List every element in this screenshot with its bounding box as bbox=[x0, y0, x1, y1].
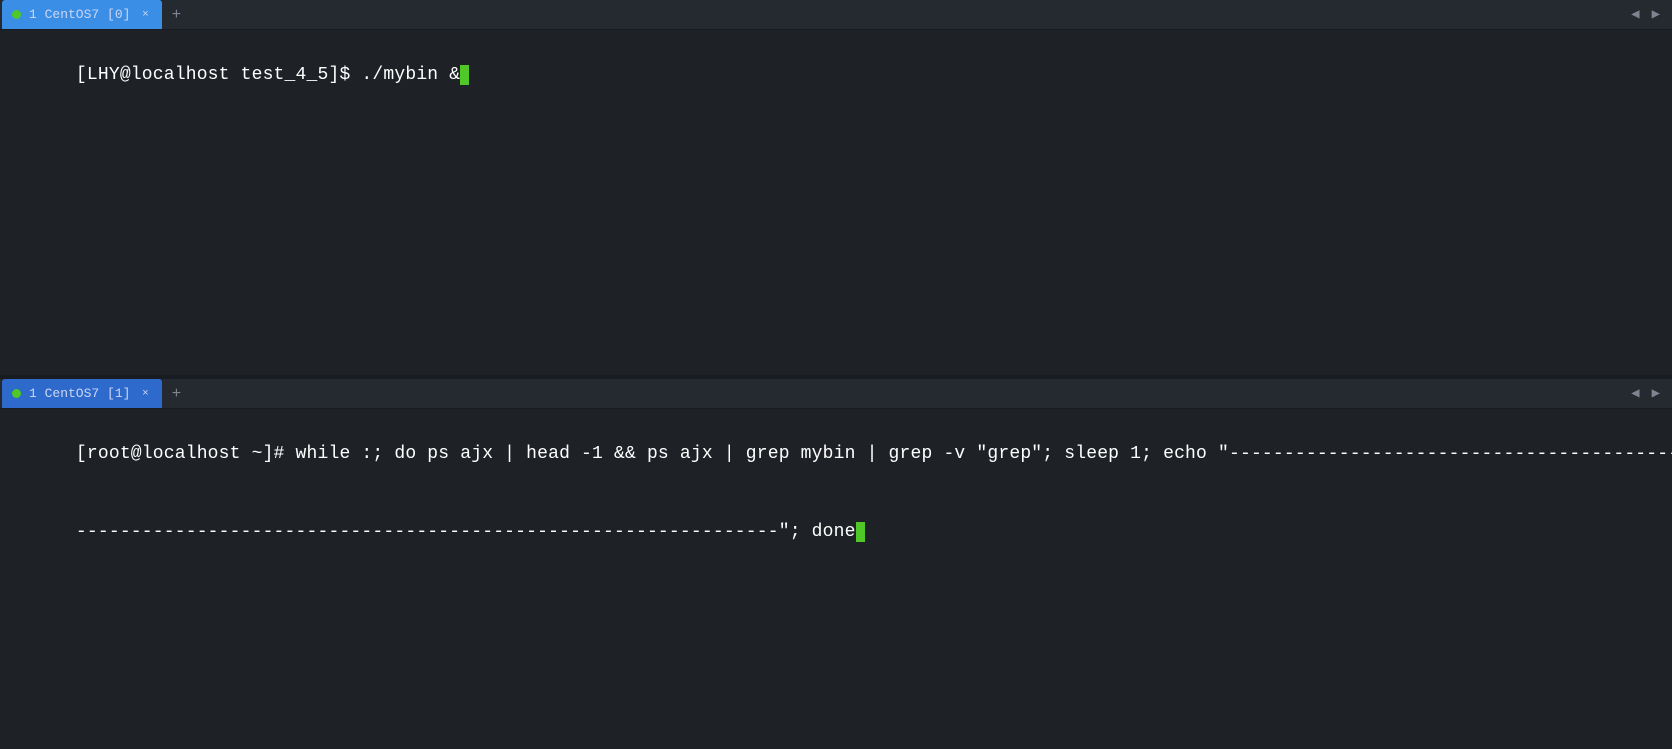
top-terminal[interactable]: [LHY@localhost test_4_5]$ ./mybin & bbox=[0, 30, 1672, 375]
bottom-tab-dot bbox=[12, 389, 21, 398]
bottom-tab-bar-right: ◀ ▶ bbox=[1627, 383, 1670, 404]
bottom-terminal[interactable]: [root@localhost ~]# while :; do ps ajx |… bbox=[0, 409, 1672, 749]
top-tab-label: 1 CentOS7 [0] bbox=[29, 7, 130, 22]
top-cursor bbox=[460, 65, 469, 85]
top-pane: 1 CentOS7 [0] × + ◀ ▶ [LHY@localhost tes… bbox=[0, 0, 1672, 375]
top-nav-right[interactable]: ▶ bbox=[1648, 4, 1664, 25]
top-tab-close[interactable]: × bbox=[138, 8, 152, 22]
top-tab-bar-right: ◀ ▶ bbox=[1627, 4, 1670, 25]
bottom-cursor bbox=[856, 522, 865, 542]
bottom-tab[interactable]: 1 CentOS7 [1] × bbox=[2, 379, 162, 408]
top-tab-bar: 1 CentOS7 [0] × + ◀ ▶ bbox=[0, 0, 1672, 30]
bottom-tab-add[interactable]: + bbox=[164, 382, 188, 406]
bottom-terminal-line-1: [root@localhost ~]# while :; do ps ajx |… bbox=[10, 415, 1662, 493]
top-tab-dot bbox=[12, 10, 21, 19]
top-nav-left[interactable]: ◀ bbox=[1627, 4, 1643, 25]
bottom-tab-close[interactable]: × bbox=[138, 387, 152, 401]
top-tab[interactable]: 1 CentOS7 [0] × bbox=[2, 0, 162, 29]
bottom-nav-right[interactable]: ▶ bbox=[1648, 383, 1664, 404]
bottom-nav-left[interactable]: ◀ bbox=[1627, 383, 1643, 404]
bottom-terminal-line-2: ----------------------------------------… bbox=[10, 493, 1662, 571]
top-terminal-line-1: [LHY@localhost test_4_5]$ ./mybin & bbox=[10, 36, 1662, 114]
bottom-tab-label: 1 CentOS7 [1] bbox=[29, 386, 130, 401]
bottom-tab-bar: 1 CentOS7 [1] × + ◀ ▶ bbox=[0, 379, 1672, 409]
bottom-pane: 1 CentOS7 [1] × + ◀ ▶ [root@localhost ~]… bbox=[0, 379, 1672, 749]
top-tab-add[interactable]: + bbox=[164, 3, 188, 27]
